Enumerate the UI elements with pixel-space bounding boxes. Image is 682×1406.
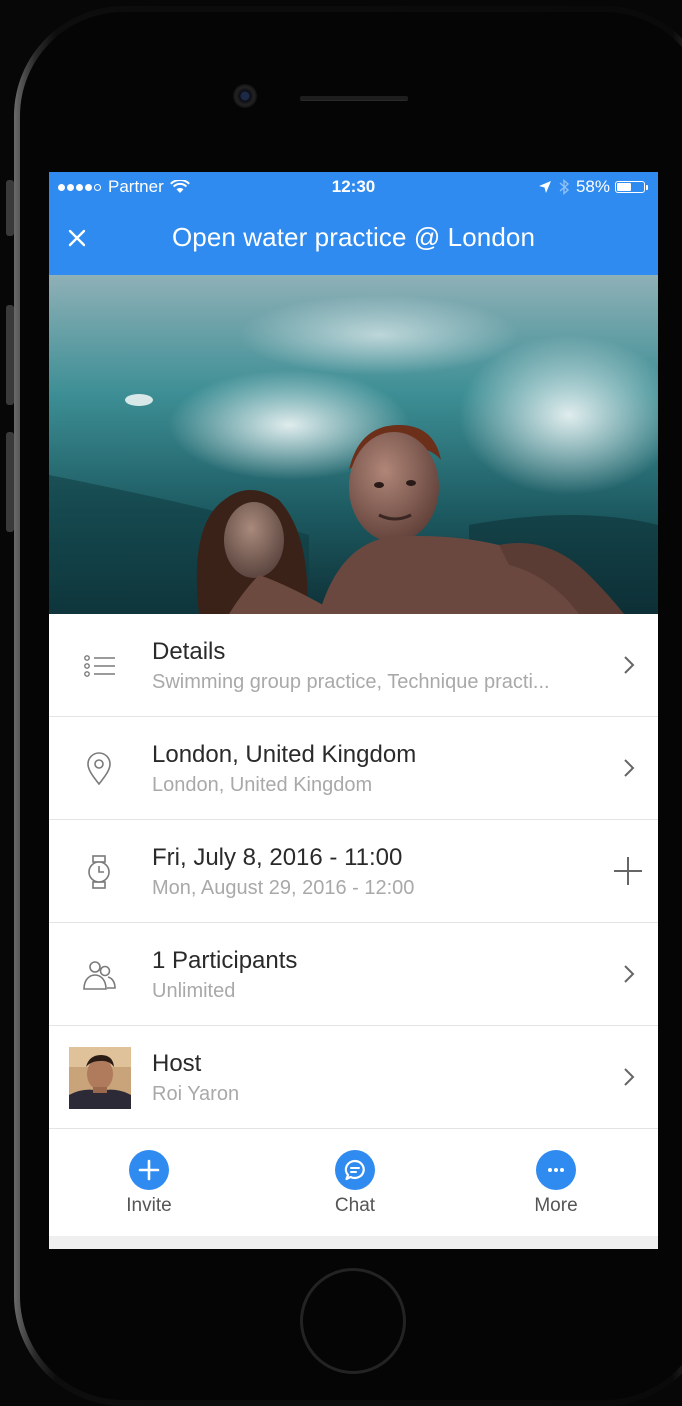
header-bar: Partner 12:30 58% Open water practice @ … — [49, 172, 658, 275]
list-icon — [84, 655, 115, 677]
invite-circle — [129, 1150, 169, 1190]
status-bar: Partner 12:30 58% — [49, 172, 658, 202]
home-button[interactable] — [300, 1268, 406, 1374]
volume-up-button — [6, 305, 14, 405]
details-subtitle: Swimming group practice, Technique pract… — [152, 671, 550, 693]
volume-down-button — [6, 432, 14, 532]
more-circle — [536, 1150, 576, 1190]
details-title: Details — [152, 638, 226, 665]
location-pin-icon — [87, 752, 111, 786]
chat-bubble-icon — [344, 1159, 365, 1181]
avatar — [69, 1047, 131, 1109]
datetime-row[interactable]: Fri, July 8, 2016 - 11:00 Mon, August 29… — [49, 820, 658, 923]
chat-button[interactable]: Chat — [295, 1150, 415, 1217]
watch-icon — [88, 855, 110, 889]
chat-label: Chat — [334, 1195, 376, 1216]
host-title: Host — [152, 1050, 202, 1077]
status-right-group: 58% — [538, 177, 648, 197]
hero-photo — [49, 275, 658, 614]
location-title: London, United Kingdom — [152, 741, 417, 768]
participants-subtitle: Unlimited — [152, 980, 236, 1002]
end-datetime: Mon, August 29, 2016 - 12:00 — [152, 877, 415, 899]
location-subtitle: London, United Kingdom — [152, 774, 373, 796]
battery-percent: 58% — [575, 177, 610, 196]
front-camera — [233, 84, 257, 108]
chevron-right-icon — [624, 759, 635, 777]
details-row[interactable]: Details Swimming group practice, Techniq… — [49, 614, 658, 717]
app-screen: Partner 12:30 58% Open water practice @ … — [49, 172, 658, 1249]
underwater-photo — [49, 275, 658, 614]
battery-tip — [646, 184, 648, 190]
more-icon — [548, 1168, 564, 1172]
mute-switch — [6, 180, 14, 236]
host-row[interactable]: Host Roi Yaron — [49, 1026, 658, 1129]
host-avatar-photo — [69, 1047, 131, 1109]
bottom-divider — [49, 1236, 658, 1249]
battery-fill — [617, 183, 632, 191]
page-title: Open water practice @ London — [171, 222, 536, 252]
more-button[interactable]: More — [496, 1150, 616, 1217]
host-name: Roi Yaron — [152, 1083, 240, 1105]
participants-row[interactable]: 1 Participants Unlimited — [49, 923, 658, 1026]
location-arrow-icon — [538, 181, 551, 193]
invite-label: Invite — [126, 1195, 172, 1216]
plus-icon — [138, 1159, 160, 1181]
bluetooth-icon — [559, 179, 570, 195]
action-bar: Invite Chat More — [49, 1132, 658, 1236]
battery-icon — [615, 181, 645, 193]
start-datetime: Fri, July 8, 2016 - 11:00 — [152, 844, 403, 871]
participants-title: 1 Participants — [152, 947, 298, 974]
add-calendar-plus-icon[interactable] — [612, 855, 644, 887]
location-row[interactable]: London, United Kingdom London, United Ki… — [49, 717, 658, 820]
people-icon — [83, 961, 116, 990]
earpiece-speaker — [300, 96, 408, 101]
chat-circle — [335, 1150, 375, 1190]
chevron-right-icon — [624, 965, 635, 983]
invite-button[interactable]: Invite — [89, 1150, 209, 1217]
more-label: More — [534, 1195, 578, 1216]
chevron-right-icon — [624, 1068, 635, 1086]
chevron-right-icon — [624, 656, 635, 674]
